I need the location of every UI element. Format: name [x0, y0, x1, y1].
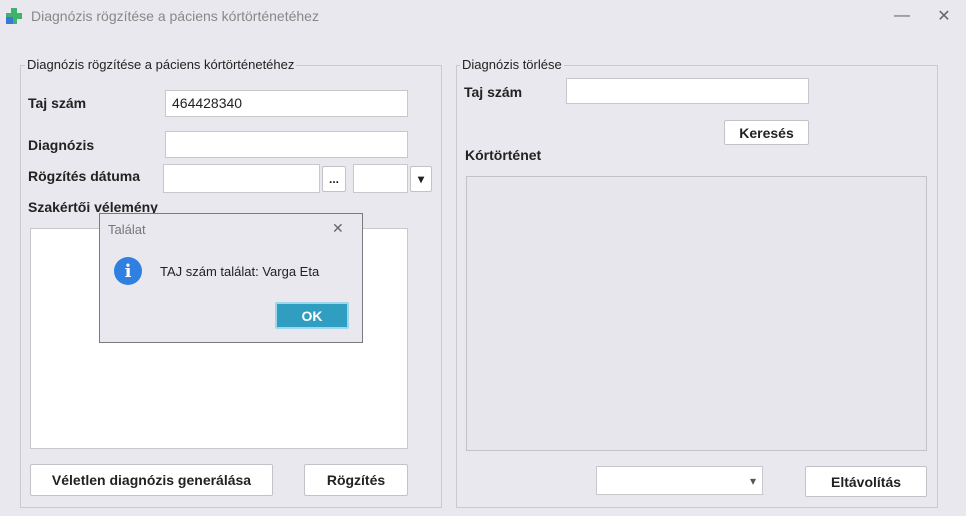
app-cross-icon [6, 8, 22, 24]
search-button[interactable]: Keresés [724, 120, 809, 145]
info-icon: i [114, 257, 142, 285]
minimize-button[interactable]: — [879, 0, 925, 32]
delete-diagnosis-legend: Diagnózis törlése [460, 57, 564, 72]
diagnosis-label: Diagnózis [28, 137, 95, 153]
ok-button[interactable]: OK [275, 302, 349, 329]
dialog-message: TAJ szám találat: Varga Eta [160, 264, 320, 279]
date-picker-button[interactable]: ... [322, 166, 346, 192]
delete-taj-input[interactable] [566, 78, 809, 104]
save-button[interactable]: Rögzítés [304, 464, 408, 496]
dialog-title: Találat [108, 222, 146, 237]
random-diagnosis-button[interactable]: Véletlen diagnózis generálása [30, 464, 273, 496]
time-input[interactable] [353, 164, 408, 193]
result-dialog: Találat ✕ i TAJ szám találat: Varga Eta … [99, 213, 363, 343]
delete-taj-label: Taj szám [464, 84, 523, 100]
chevron-down-icon: ▾ [749, 473, 756, 488]
history-label: Kórtörténet [465, 147, 542, 163]
date-input[interactable] [163, 164, 320, 193]
taj-input[interactable]: 464428340 [165, 90, 408, 117]
time-dropdown-arrow-icon[interactable]: ▾ [410, 166, 432, 192]
date-label: Rögzítés dátuma [28, 168, 141, 184]
diagnosis-input[interactable] [165, 131, 408, 158]
taj-label: Taj szám [28, 95, 87, 111]
dialog-close-icon[interactable]: ✕ [332, 220, 344, 237]
close-window-button[interactable]: ✕ [921, 0, 966, 32]
record-diagnosis-legend: Diagnózis rögzítése a páciens kórtörténe… [25, 57, 297, 72]
window-title: Diagnózis rögzítése a páciens kórtörténe… [31, 8, 319, 24]
remove-button[interactable]: Eltávolítás [805, 466, 927, 497]
history-select[interactable]: ▾ [596, 466, 763, 495]
history-list[interactable] [466, 176, 927, 451]
